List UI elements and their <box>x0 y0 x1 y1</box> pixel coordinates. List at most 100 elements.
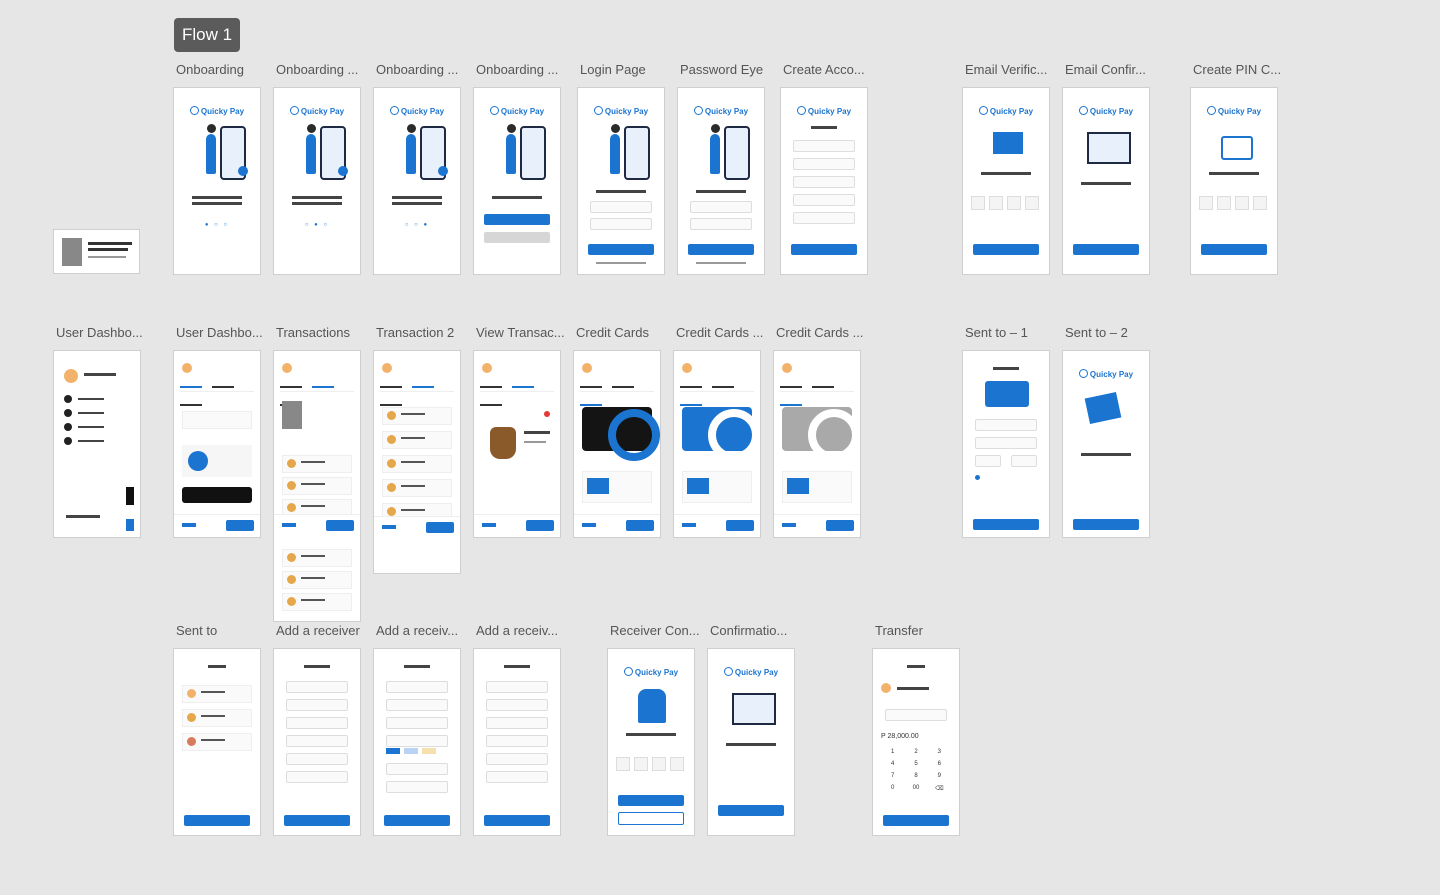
tab-transactions[interactable] <box>412 386 434 388</box>
key[interactable]: 2 <box>904 749 927 755</box>
add-receiver-button[interactable] <box>284 815 350 826</box>
sent-to-frame[interactable] <box>173 648 261 836</box>
frame-label[interactable]: Add a receiv... <box>376 623 472 638</box>
frame-label[interactable]: Sent to – 1 <box>965 325 1061 340</box>
home-icon[interactable] <box>582 523 596 527</box>
user-dashboard-frame[interactable] <box>173 350 261 538</box>
onboarding-frame[interactable]: Quicky Pay <box>473 87 561 275</box>
key[interactable]: 1 <box>881 749 904 755</box>
key[interactable]: 9 <box>928 773 951 779</box>
account-field[interactable] <box>486 717 548 729</box>
confirmation-frame[interactable]: Quicky Pay <box>707 648 795 836</box>
dashboard-tabs[interactable] <box>780 383 854 406</box>
email-confirmed-frame[interactable]: Quicky Pay <box>1062 87 1150 275</box>
home-icon[interactable] <box>182 523 196 527</box>
name-field[interactable] <box>286 681 348 693</box>
frame-label[interactable]: Sent to <box>176 623 272 638</box>
frame-label[interactable]: Credit Cards <box>576 325 672 340</box>
password-eye-frame[interactable]: Quicky Pay <box>677 87 765 275</box>
continue-button[interactable] <box>718 805 784 816</box>
address-field[interactable] <box>286 753 348 765</box>
close-icon[interactable] <box>544 411 550 417</box>
frame-label[interactable]: Add a receiver <box>276 623 372 638</box>
key[interactable]: 6 <box>928 761 951 767</box>
add-card-promo[interactable] <box>682 471 752 503</box>
email-field[interactable] <box>793 176 855 188</box>
key[interactable]: 3 <box>928 749 951 755</box>
confirm-button[interactable] <box>973 244 1039 255</box>
credit-cards-frame[interactable] <box>773 350 861 538</box>
user-dashboard-menu-frame[interactable] <box>53 350 141 538</box>
tab-transactions[interactable] <box>512 386 534 388</box>
phone-field[interactable] <box>286 771 348 783</box>
backspace-icon[interactable]: ⌫ <box>928 785 951 792</box>
name-field[interactable] <box>386 681 448 693</box>
credit-card[interactable] <box>682 407 760 461</box>
code-box[interactable] <box>616 757 630 771</box>
frame-label[interactable]: Transaction 2 <box>376 325 472 340</box>
credit-cards-frame[interactable] <box>573 350 661 538</box>
frame-label[interactable]: User Dashbo... <box>56 325 152 340</box>
add-card-promo[interactable] <box>582 471 652 503</box>
transaction-row[interactable] <box>282 549 352 567</box>
dashboard-tabs[interactable] <box>580 383 654 406</box>
home-icon[interactable] <box>282 523 296 527</box>
key[interactable]: 7 <box>881 773 904 779</box>
tab-credit-card[interactable] <box>180 404 202 406</box>
transfer-button[interactable] <box>326 520 354 531</box>
dashboard-tabs[interactable] <box>680 383 754 406</box>
type-field[interactable] <box>286 735 348 747</box>
pin-box[interactable] <box>1217 196 1231 210</box>
tab-credit-card[interactable] <box>380 404 402 406</box>
code-box[interactable] <box>1025 196 1039 210</box>
key[interactable]: 0 <box>881 785 904 792</box>
transaction-row[interactable] <box>382 479 452 497</box>
email-field[interactable] <box>590 201 652 213</box>
menu-item[interactable] <box>78 412 104 414</box>
dashboard-tabs[interactable] <box>180 383 254 406</box>
promo-card[interactable] <box>182 445 252 477</box>
frame-label[interactable]: Sent to – 2 <box>1065 325 1161 340</box>
transaction-row[interactable] <box>282 477 352 495</box>
recent-contact[interactable] <box>182 709 252 727</box>
frame-label[interactable]: View Transac... <box>476 325 572 340</box>
go-to-dashboard-button[interactable] <box>1073 519 1139 530</box>
checkbox[interactable] <box>975 475 980 480</box>
register-link[interactable] <box>596 262 646 264</box>
home-icon[interactable] <box>382 525 396 529</box>
date-field[interactable] <box>793 212 855 224</box>
transfer-button[interactable] <box>426 522 454 533</box>
account-field[interactable] <box>386 717 448 729</box>
code-box[interactable] <box>971 196 985 210</box>
frame-label[interactable]: Transfer <box>875 623 971 638</box>
bank-field[interactable] <box>286 699 348 711</box>
tab-credit-card[interactable] <box>480 404 502 406</box>
menu-item[interactable] <box>78 440 104 442</box>
type-field[interactable] <box>386 735 448 747</box>
type-field[interactable] <box>486 735 548 747</box>
transaction-row[interactable] <box>282 455 352 473</box>
transaction-row[interactable] <box>382 407 452 425</box>
dashboard-tabs[interactable] <box>380 383 454 406</box>
onboarding-frame[interactable]: Quicky Pay ○ ● ○ <box>273 87 361 275</box>
name-field[interactable] <box>486 681 548 693</box>
email-verification-frame[interactable]: Quicky Pay <box>962 87 1050 275</box>
cvv-field[interactable] <box>1011 455 1037 467</box>
bank-field[interactable] <box>386 699 448 711</box>
tab-dashboard[interactable] <box>280 386 302 388</box>
cancel-button[interactable] <box>618 812 684 825</box>
home-icon[interactable] <box>682 523 696 527</box>
frame-label[interactable]: Receiver Con... <box>610 623 706 638</box>
frame-label[interactable]: Onboarding ... <box>376 62 472 77</box>
pin-box[interactable] <box>1253 196 1267 210</box>
frame-label[interactable]: Email Verific... <box>965 62 1061 77</box>
address-field[interactable] <box>486 753 548 765</box>
frame-label[interactable]: Credit Cards ... <box>676 325 772 340</box>
key[interactable]: 4 <box>881 761 904 767</box>
tab-transactions[interactable] <box>612 386 634 388</box>
view-transaction-frame[interactable] <box>473 350 561 538</box>
code-box[interactable] <box>652 757 666 771</box>
pin-box[interactable] <box>1199 196 1213 210</box>
transaction-row[interactable] <box>282 571 352 589</box>
frame-label[interactable]: Create Acco... <box>783 62 879 77</box>
